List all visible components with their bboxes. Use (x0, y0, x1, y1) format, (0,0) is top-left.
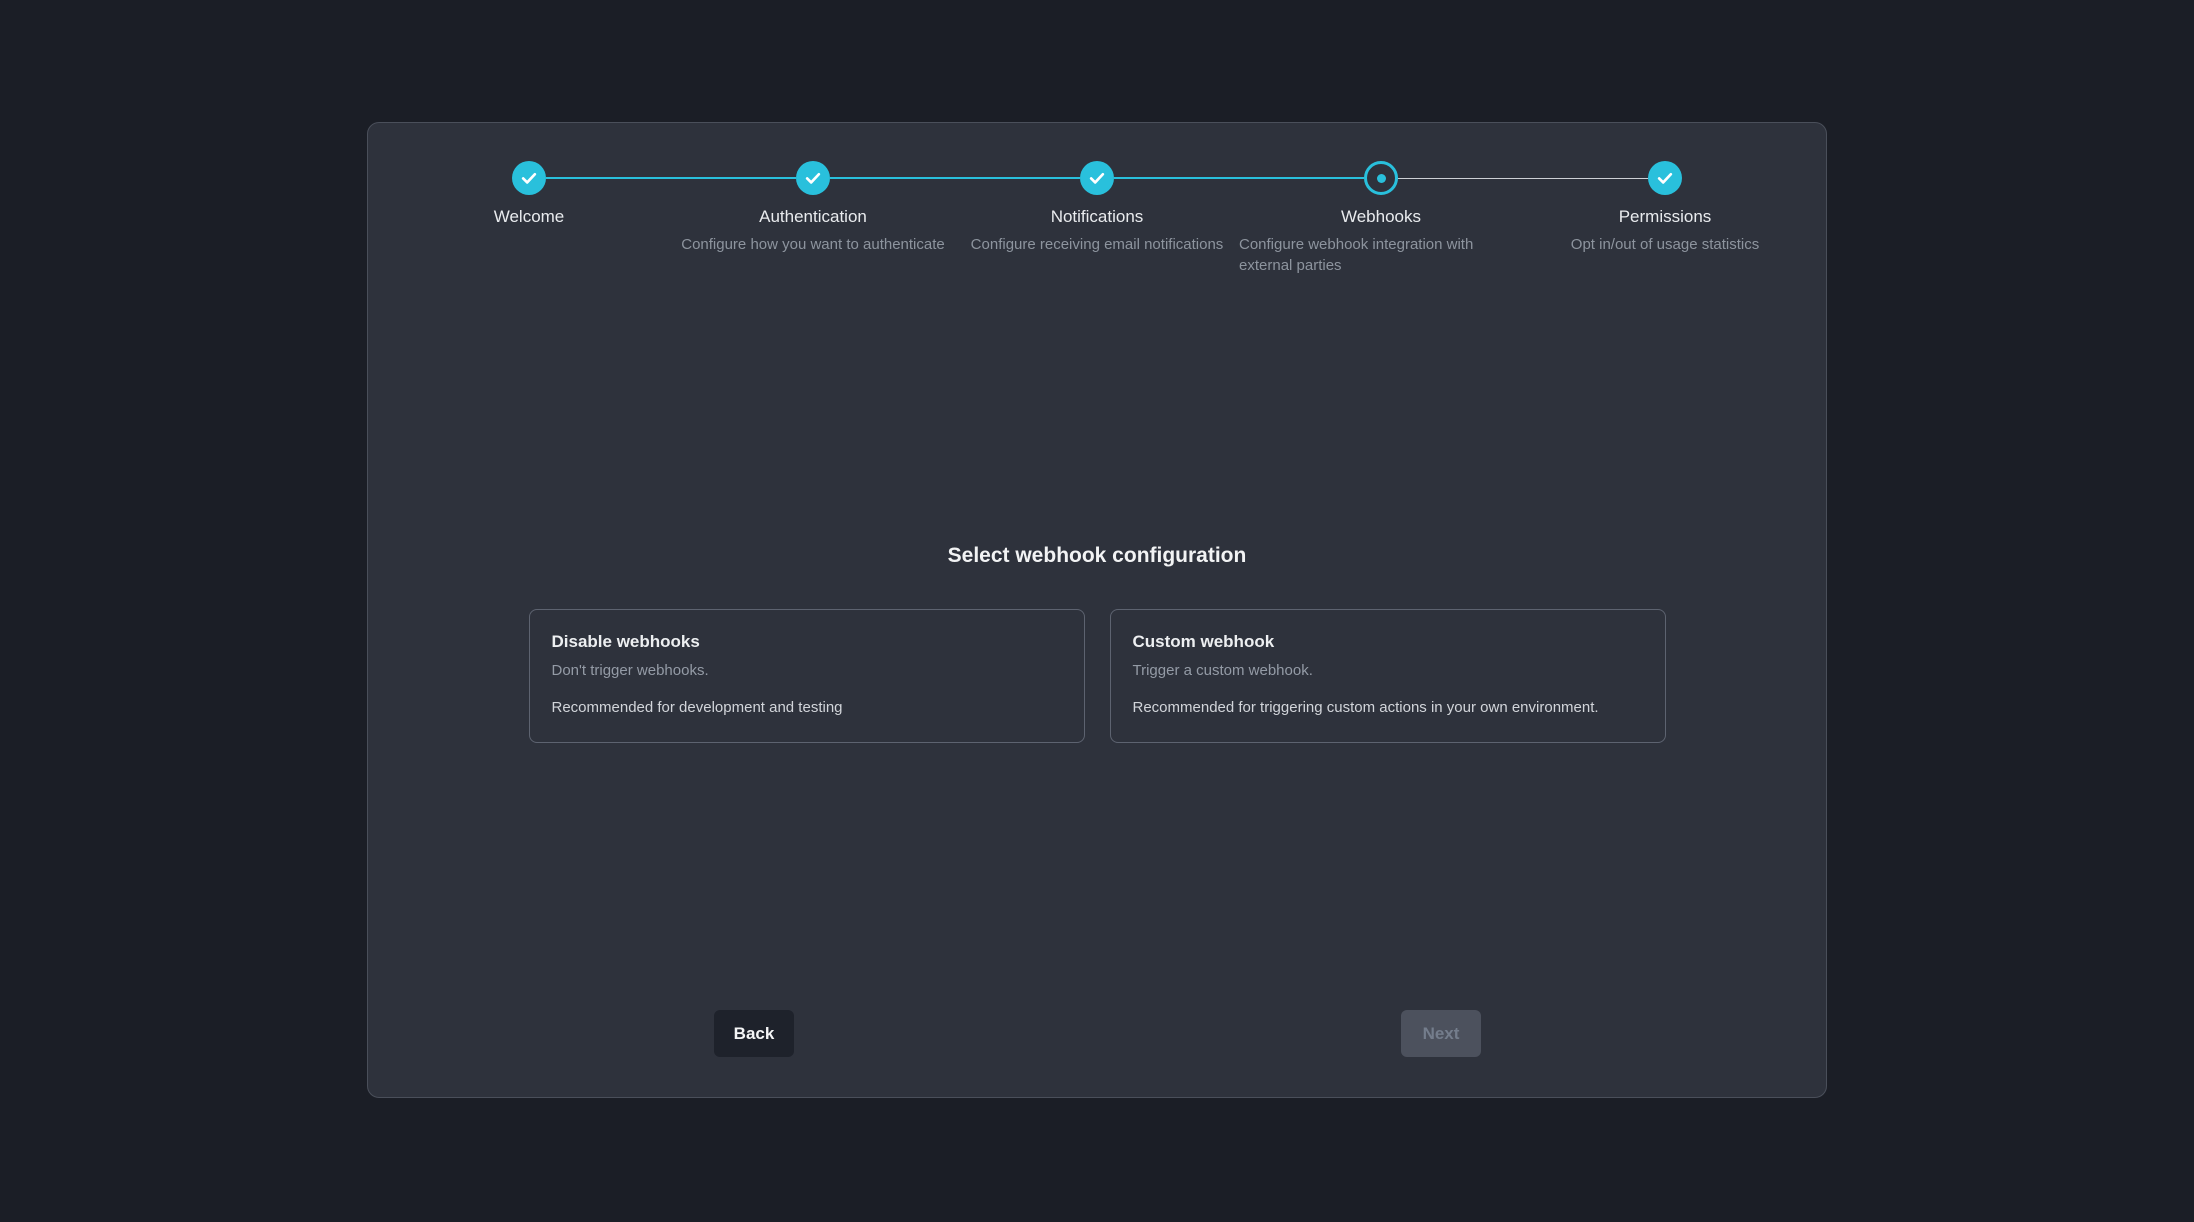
step-subtitle: Configure how you want to authenticate (681, 234, 945, 255)
step-label: Permissions (1619, 206, 1712, 227)
step-permissions-indicator (1648, 161, 1682, 195)
step-notifications: Notifications Configure receiving email … (955, 161, 1239, 276)
step-webhooks: Webhooks Configure webhook integration w… (1239, 161, 1523, 276)
card-title: Disable webhooks (552, 632, 1062, 652)
step-subtitle: Configure receiving email notifications (971, 234, 1224, 255)
option-card-custom-webhook[interactable]: Custom webhook Trigger a custom webhook.… (1110, 609, 1666, 743)
step-authentication-indicator (796, 161, 830, 195)
webhook-options: Disable webhooks Don't trigger webhooks.… (368, 609, 1826, 743)
option-card-disable-webhooks[interactable]: Disable webhooks Don't trigger webhooks.… (529, 609, 1085, 743)
step-label: Notifications (1051, 206, 1144, 227)
check-icon (1655, 168, 1675, 188)
step-label: Welcome (494, 206, 565, 227)
page-title: Select webhook configuration (368, 544, 1826, 568)
step-subtitle: Opt in/out of usage statistics (1571, 234, 1759, 255)
wizard-stepper: Welcome Authentication Configure how you… (387, 161, 1807, 276)
step-label: Authentication (759, 206, 867, 227)
check-icon (519, 168, 539, 188)
step-welcome: Welcome (387, 161, 671, 276)
check-icon (1087, 168, 1107, 188)
card-recommendation: Recommended for triggering custom action… (1133, 699, 1643, 716)
step-authentication: Authentication Configure how you want to… (671, 161, 955, 276)
card-description: Don't trigger webhooks. (552, 662, 1062, 679)
current-step-dot-icon (1377, 174, 1386, 183)
step-webhooks-indicator (1364, 161, 1398, 195)
step-label: Webhooks (1341, 206, 1421, 227)
step-welcome-indicator (512, 161, 546, 195)
step-permissions: Permissions Opt in/out of usage statisti… (1523, 161, 1807, 276)
check-icon (803, 168, 823, 188)
next-button[interactable]: Next (1401, 1010, 1481, 1057)
card-recommendation: Recommended for development and testing (552, 699, 1062, 716)
setup-wizard-panel: Welcome Authentication Configure how you… (367, 122, 1827, 1098)
back-button[interactable]: Back (714, 1010, 794, 1057)
card-description: Trigger a custom webhook. (1133, 662, 1643, 679)
step-notifications-indicator (1080, 161, 1114, 195)
step-subtitle: Configure webhook integration with exter… (1239, 234, 1523, 276)
card-title: Custom webhook (1133, 632, 1643, 652)
